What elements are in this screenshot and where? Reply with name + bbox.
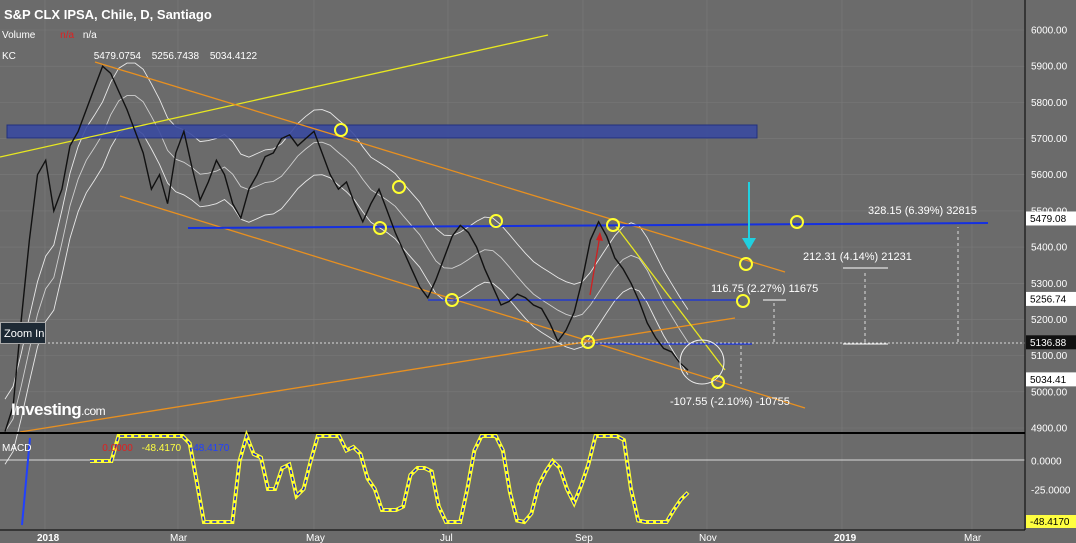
volume-value-2: n/a: [82, 30, 97, 41]
chart-title: S&P CLX IPSA, Chile, D, Santiago: [4, 7, 212, 22]
price-tick-label: 5700.00: [1031, 134, 1068, 145]
price-tick-label: 4900.00: [1031, 424, 1068, 435]
x-tick-label: Jul: [440, 533, 453, 543]
macd-value-3: -48.4170: [189, 443, 230, 454]
macd-tick-label: 0.0000: [1031, 457, 1062, 468]
kc-value-2: 5256.7438: [151, 51, 200, 62]
price-tick-label: 5600.00: [1031, 170, 1068, 181]
volume-label: Volume: [2, 30, 36, 41]
chart-canvas: 116.75 (2.27%) 11675 212.31 (4.14%) 2123…: [0, 0, 1076, 543]
price-tick-label: 5000.00: [1031, 387, 1068, 398]
x-tick-label: Mar: [964, 533, 982, 543]
kc-value-3: 5034.4122: [209, 51, 258, 62]
x-tick-label: 2018: [37, 533, 60, 543]
price-label: 5034.41: [1030, 375, 1067, 386]
resistance-zone: [6, 124, 758, 139]
price-tick-label: 5900.00: [1031, 62, 1068, 73]
macd-label: MACD: [2, 443, 32, 454]
macd-value-2: -48.4170: [141, 443, 182, 454]
investing-watermark: Investing.com: [11, 400, 106, 420]
x-tick-label: May: [306, 533, 325, 543]
target2-label: 212.31 (4.14%) 21231: [803, 251, 912, 263]
target3-label: 328.15 (6.39%) 32815: [868, 205, 977, 217]
x-tick-label: 2019: [834, 533, 857, 543]
kc-label: KC: [2, 51, 16, 62]
price-tick-label: 6000.00: [1031, 26, 1068, 37]
price-label: 5136.88: [1030, 338, 1067, 349]
downside-label: -107.55 (-2.10%) -10755: [670, 396, 790, 408]
kc-value-1: 5479.0754: [93, 51, 141, 62]
kc-row: KC 5479.0754 5256.7438 5034.4122: [2, 51, 257, 62]
price-tick-label: 5200.00: [1031, 315, 1068, 326]
x-tick-label: Sep: [575, 533, 593, 543]
price-tick-label: 5400.00: [1031, 243, 1068, 254]
watermark-text: Investing: [11, 400, 82, 419]
x-tick-label: Nov: [699, 533, 717, 543]
price-tick-label: 5100.00: [1031, 351, 1068, 362]
target1-label: 116.75 (2.27%) 11675: [711, 283, 818, 295]
macd-value-1: 0.0000: [102, 443, 133, 454]
price-tick-label: 5800.00: [1031, 98, 1068, 109]
macd-row: MACD 0.0000 -48.4170 -48.4170: [2, 443, 229, 454]
macd-tick-label: -25.0000: [1031, 486, 1071, 497]
price-tick-label: 5300.00: [1031, 279, 1068, 290]
watermark-suffix: .com: [81, 404, 106, 418]
macd-current-value: -48.4170: [1030, 517, 1070, 528]
price-label: 5479.08: [1030, 214, 1067, 225]
volume-value-1: n/a: [60, 30, 75, 41]
zoom-in-button[interactable]: Zoom In: [0, 322, 46, 344]
volume-row: Volume n/a n/a: [2, 30, 97, 41]
x-tick-label: Mar: [170, 533, 188, 543]
price-label: 5256.74: [1030, 294, 1067, 305]
